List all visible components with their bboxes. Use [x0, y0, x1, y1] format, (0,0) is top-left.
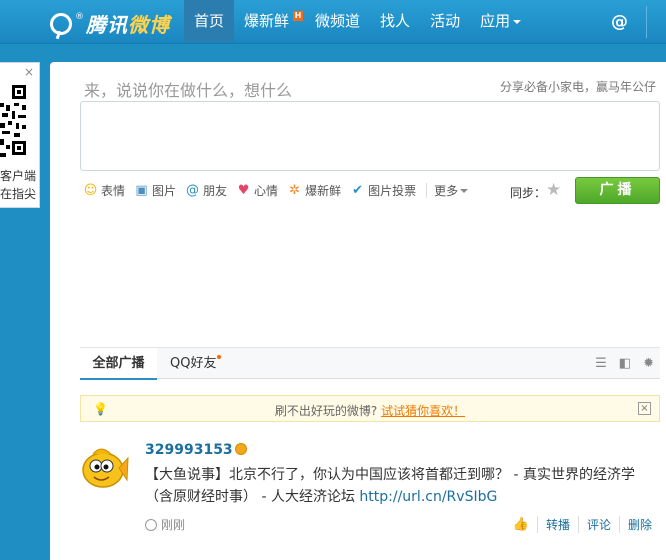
top-navigation-bar: ® 腾讯微博 首页 爆新鲜 H 微频道 找人 活动 应用 @: [0, 0, 666, 44]
tool-hot[interactable]: ✲ 爆新鲜: [287, 182, 341, 199]
tab-label: QQ好友: [170, 356, 217, 371]
post-actions: 👍 转播 评论 删除: [505, 516, 660, 533]
qr-code-card: × 客户端 在指尖: [0, 62, 40, 208]
nav-item-channels[interactable]: 微频道: [305, 0, 370, 42]
at-friend-icon: @: [186, 183, 200, 198]
nav-divider: [646, 6, 647, 38]
broadcast-button[interactable]: 广播: [575, 177, 660, 204]
nav-item-activities[interactable]: 活动: [420, 0, 470, 42]
vote-icon: ✔: [352, 183, 364, 198]
tool-label: 图片: [152, 184, 177, 198]
image-icon: ▣: [135, 183, 148, 198]
logo-mark-icon: [50, 12, 72, 35]
post-time[interactable]: 刚刚: [161, 516, 185, 533]
tool-label: 图片投票: [368, 184, 417, 198]
notice-message: 刷不出好玩的微博?: [274, 404, 378, 418]
tool-more[interactable]: 更多: [434, 182, 469, 199]
close-icon[interactable]: ×: [24, 65, 34, 79]
nav-item-label: 爆新鲜: [244, 12, 290, 30]
tool-image-vote[interactable]: ✔ 图片投票: [350, 182, 416, 199]
username-text: 329993153: [145, 442, 233, 458]
like-icon[interactable]: 👍: [505, 517, 537, 532]
composer-toolbar: ☺ 表情 ▣ 图片 @ 朋友 ♥ 心情 ✲ 爆新鲜 ✔ 图片投票 更多: [83, 182, 477, 199]
new-dot: [217, 355, 222, 359]
close-icon[interactable]: ×: [638, 402, 651, 415]
tab-qq-friends[interactable]: QQ好友: [170, 348, 222, 379]
sparkle-icon: ✲: [289, 183, 301, 198]
shield-icon[interactable]: ◧: [619, 356, 631, 371]
clock-icon: [145, 518, 157, 531]
comment-button[interactable]: 评论: [577, 516, 619, 533]
star-icon[interactable]: ★: [546, 180, 561, 200]
forward-button[interactable]: 转播: [536, 516, 578, 533]
tab-all-broadcasts[interactable]: 全部广播: [80, 348, 157, 380]
vip-badge-icon: [234, 443, 247, 455]
notice-text: 刷不出好玩的微博? 试试猜你喜欢！: [81, 402, 659, 419]
notice-link[interactable]: 试试猜你喜欢！: [381, 404, 465, 418]
post-meta: 刚刚: [145, 516, 185, 533]
smile-icon: ☺: [83, 183, 98, 198]
nav-item-label: 首页: [194, 12, 225, 30]
main-nav: 首页 爆新鲜 H 微频道 找人 活动 应用: [184, 0, 531, 42]
tool-image[interactable]: ▣ 图片: [134, 182, 176, 199]
nav-item-label: 应用: [480, 12, 511, 30]
composer-prompt: 来，说说你在做什么，想什么: [84, 81, 293, 100]
logo-product: 微博: [128, 13, 170, 37]
logo-text: 腾讯微博: [86, 9, 170, 38]
recommendation-notice: 💡 刷不出好玩的微博? 试试猜你喜欢！ ×: [80, 395, 660, 422]
hot-badge: H: [293, 11, 304, 21]
tool-mention-friend[interactable]: @ 朋友: [185, 182, 227, 199]
mentions-at-icon[interactable]: @: [611, 12, 628, 32]
list-view-icon[interactable]: ☰: [595, 356, 607, 371]
nav-item-label: 活动: [430, 12, 461, 30]
composer-promo-hint[interactable]: 分享必备小家电，赢马年公仔: [500, 78, 656, 95]
qr-caption-line1: 客户端: [0, 169, 37, 183]
tool-emoji[interactable]: ☺ 表情: [83, 182, 125, 199]
qr-code-image: [0, 83, 28, 163]
tool-label: 更多: [434, 184, 459, 198]
feed-tabs: 全部广播 QQ好友 ☰ ◧ ✹: [80, 347, 660, 380]
heart-icon: ♥: [237, 183, 250, 198]
logo-registered-mark: ®: [75, 11, 84, 22]
nav-item-hot[interactable]: 爆新鲜 H: [234, 0, 305, 42]
tencent-weibo-logo[interactable]: ® 腾讯微博: [50, 9, 170, 38]
delete-button[interactable]: 删除: [618, 516, 660, 533]
nav-item-find-people[interactable]: 找人: [370, 0, 420, 42]
tool-label: 朋友: [203, 184, 228, 198]
post-text: 【大鱼说事】北京不行了，你认为中国应该将首都迁到哪？ - 真实世界的经济学（含原…: [145, 464, 655, 508]
composer-textarea[interactable]: [80, 101, 660, 171]
post-link[interactable]: http://url.cn/RvSIbG: [359, 489, 497, 505]
avatar[interactable]: [79, 442, 129, 492]
tool-label: 心情: [254, 184, 279, 198]
nav-item-apps[interactable]: 应用: [470, 0, 531, 42]
tool-mood[interactable]: ♥ 心情: [236, 182, 278, 199]
chevron-down-icon: [460, 188, 469, 193]
chevron-down-icon: [513, 19, 522, 24]
nav-item-label: 找人: [380, 12, 411, 30]
feed-view-controls: ☰ ◧ ✹: [595, 356, 654, 371]
main-content: 来，说说你在做什么，想什么 分享必备小家电，赢马年公仔 ☺ 表情 ▣ 图片 @ 朋友 …: [50, 62, 666, 560]
post-username[interactable]: 329993153: [145, 442, 247, 458]
tool-label: 爆新鲜: [305, 184, 342, 198]
logo-brand: 腾讯: [86, 13, 128, 37]
tool-label: 表情: [101, 184, 126, 198]
qr-caption-line2: 在指尖: [0, 187, 37, 201]
nav-item-label: 微频道: [315, 12, 361, 30]
toolbar-divider: [426, 183, 428, 198]
nav-item-home[interactable]: 首页: [184, 0, 235, 42]
sync-label: 同步：: [510, 186, 547, 200]
gear-icon[interactable]: ✹: [643, 356, 654, 371]
